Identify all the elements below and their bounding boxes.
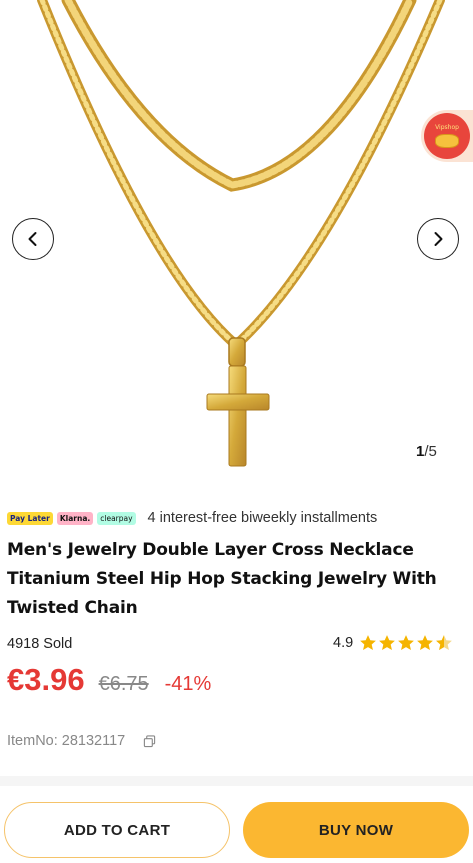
star-icon xyxy=(379,635,396,650)
chevron-right-icon xyxy=(434,232,443,246)
discount-badge: -41% xyxy=(164,673,212,695)
item-number: ItemNo: 28132117 xyxy=(7,733,156,749)
vip-badge-text: Vipshop xyxy=(435,124,459,131)
star-icon xyxy=(398,635,415,650)
section-divider xyxy=(0,776,473,786)
current-price: €3.96 xyxy=(7,662,85,697)
clearpay-logo: clearpay xyxy=(97,511,136,525)
item-number-text: ItemNo: 28132117 xyxy=(7,733,126,749)
half-star-icon xyxy=(436,635,453,650)
product-image xyxy=(37,0,445,467)
price-row: €3.96 €6.75 -41% xyxy=(7,662,211,702)
add-to-cart-button[interactable]: ADD TO CART xyxy=(4,802,230,858)
copy-icon[interactable] xyxy=(143,734,156,748)
chevron-left-icon xyxy=(28,232,37,246)
vip-badge[interactable]: Vipshop xyxy=(421,110,473,162)
installments-row[interactable]: Pay Later Klarna. clearpay 4 interest-fr… xyxy=(7,508,377,528)
product-gallery[interactable]: 1/5 xyxy=(0,0,473,478)
sold-count: 4918 Sold xyxy=(7,636,73,652)
original-price: €6.75 xyxy=(98,673,149,695)
buy-now-button[interactable]: BUY NOW xyxy=(243,802,469,858)
star-icon xyxy=(360,635,377,650)
image-counter: 1/5 xyxy=(416,443,437,460)
rating-stars xyxy=(359,634,454,652)
next-image-button[interactable] xyxy=(417,218,459,260)
previous-image-button[interactable] xyxy=(12,218,54,260)
installments-text: 4 interest-free biweekly installments xyxy=(147,510,378,526)
rating-value: 4.9 xyxy=(333,635,354,651)
klarna-logo: Klarna. xyxy=(56,511,94,525)
product-rating[interactable]: 4.9 xyxy=(333,634,454,652)
gift-icon xyxy=(435,134,459,148)
image-counter-total: /5 xyxy=(424,443,437,460)
pay-later-logo: Pay Later xyxy=(7,511,53,525)
bottom-action-bar: ADD TO CART BUY NOW xyxy=(0,790,473,863)
product-title: Men's Jewelry Double Layer Cross Necklac… xyxy=(7,540,437,618)
star-icon xyxy=(417,635,434,650)
